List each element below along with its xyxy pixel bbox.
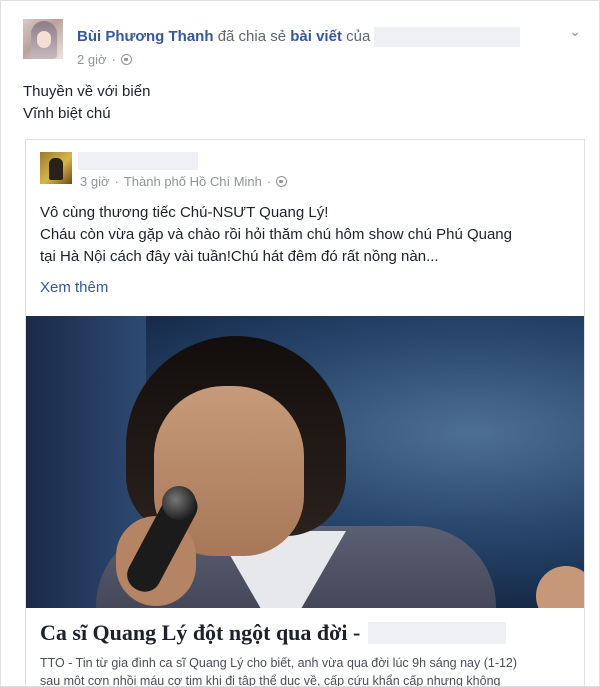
microphone-head <box>162 486 196 520</box>
shared-author-avatar[interactable] <box>40 152 72 184</box>
shared-text-line: Vô cùng thương tiếc Chú-NSƯT Quang Lý! <box>40 204 329 221</box>
globe-icon[interactable] <box>120 54 132 65</box>
globe-icon[interactable] <box>276 176 288 187</box>
chevron-down-icon[interactable]: ⌄ <box>569 23 581 40</box>
avatar-face <box>37 31 51 48</box>
post-header: Bùi Phương Thanh đã chia sẻ bài viết của… <box>23 15 589 67</box>
shared-post-text: Vô cùng thương tiếc Chú-NSƯT Quang Lý! C… <box>40 202 570 268</box>
message-line: Thuyền về với biển <box>23 83 151 100</box>
link-preview-description: TTO - Tin từ gia đình ca sĩ Quang Lý cho… <box>40 654 572 687</box>
shared-text-line: Cháu còn vừa gặp và chào rồi hỏi thăm ch… <box>40 226 512 243</box>
redacted-shared-author-name <box>78 152 198 170</box>
feed-post: Bùi Phương Thanh đã chia sẻ bài viết của… <box>0 0 600 687</box>
post-time[interactable]: 2 giờ <box>77 52 107 67</box>
singer-hand-right <box>536 566 584 608</box>
shared-text-line: tại Hà Nội cách đây vài tuần!Chú hát đêm… <box>40 248 439 265</box>
redacted-original-author <box>374 27 521 47</box>
post-title-line: Bùi Phương Thanh đã chia sẻ bài viết của <box>77 27 521 47</box>
shared-object-link[interactable]: bài viết <box>290 28 342 45</box>
redacted-source-name <box>368 622 507 644</box>
share-action-text: đã chia sẻ <box>217 27 287 45</box>
description-line: TTO - Tin từ gia đình ca sĩ Quang Lý cho… <box>40 656 518 670</box>
shared-post-location[interactable]: Thành phố Hồ Chí Minh <box>124 174 262 189</box>
shared-post-meta: 3 giờ · Thành phố Hồ Chí Minh · <box>80 174 288 189</box>
shared-post-time[interactable]: 3 giờ <box>80 174 110 189</box>
link-preview-title[interactable]: Ca sĩ Quang Lý đột ngột qua đời - <box>40 620 507 646</box>
see-more-link[interactable]: Xem thêm <box>40 279 108 296</box>
meta-separator: · <box>111 52 116 67</box>
author-avatar[interactable] <box>23 19 63 59</box>
link-preview-image[interactable] <box>26 316 584 608</box>
of-word: của <box>346 27 371 45</box>
description-line: sau một cơn nhồi máu cơ tim khi đi tập t… <box>40 674 501 687</box>
link-title-text[interactable]: Ca sĩ Quang Lý đột ngột qua đời - <box>40 620 360 646</box>
post-meta: 2 giờ · <box>77 52 132 67</box>
meta-separator: · <box>266 174 272 189</box>
meta-separator: · <box>114 174 119 189</box>
shared-post: 3 giờ · Thành phố Hồ Chí Minh · Vô cùng … <box>25 139 585 687</box>
message-line: Vĩnh biệt chú <box>23 105 111 122</box>
author-name[interactable]: Bùi Phương Thanh <box>77 28 214 45</box>
post-message: Thuyền về với biển Vĩnh biệt chú <box>23 81 150 125</box>
